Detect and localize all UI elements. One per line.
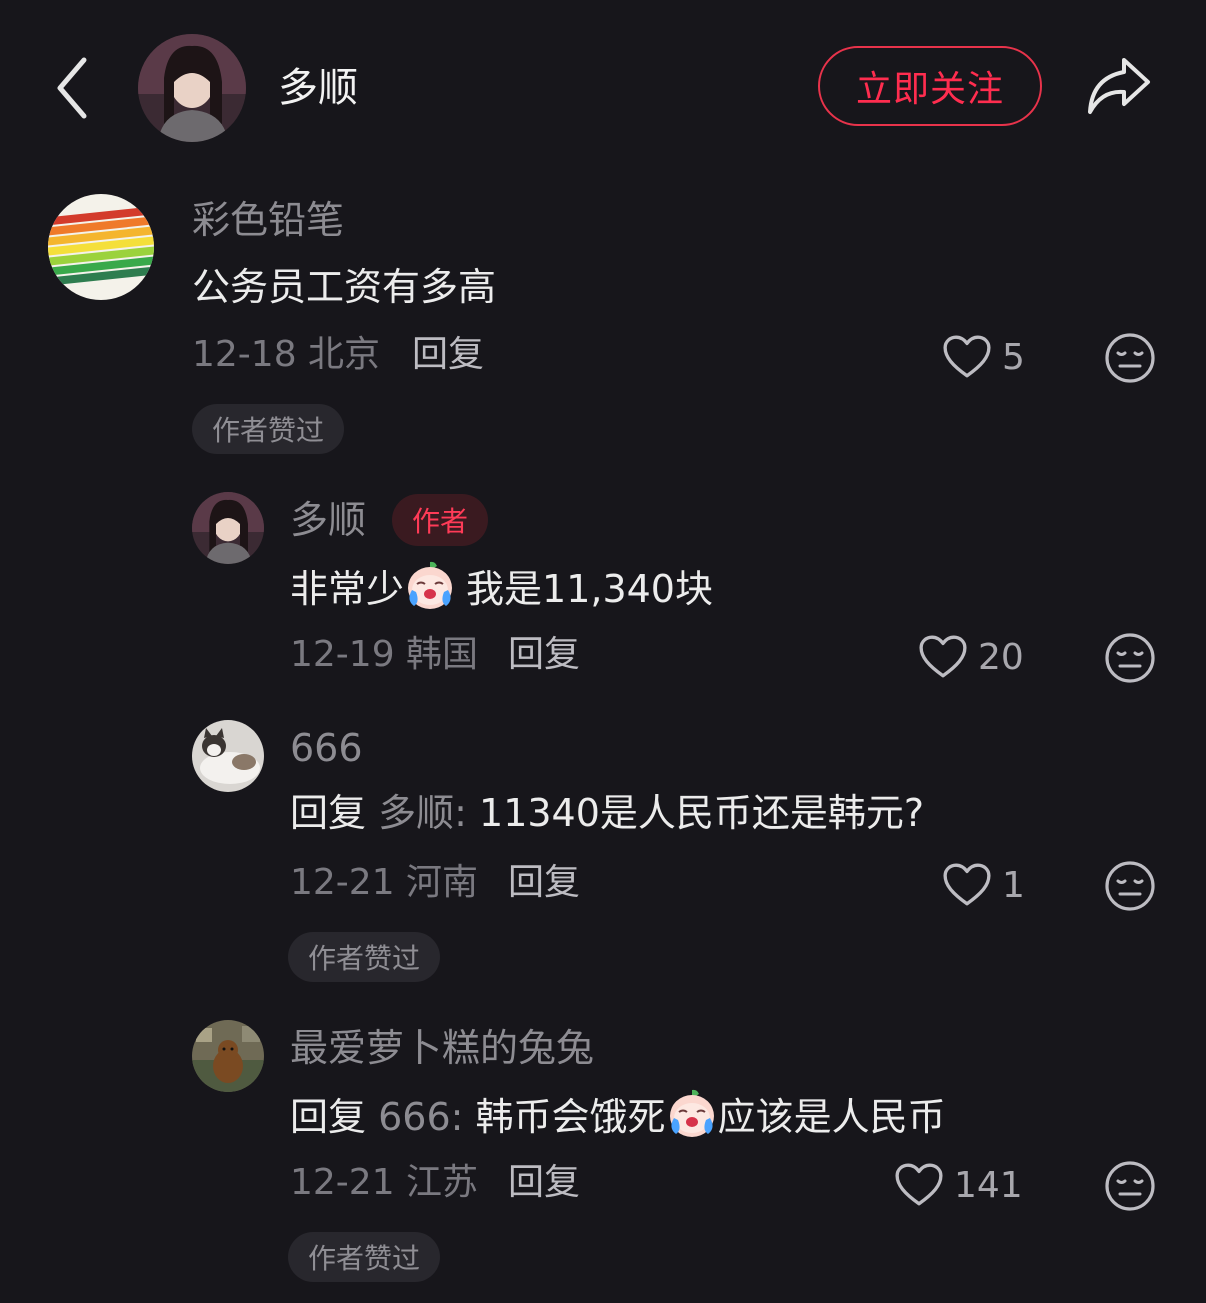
like-count: 20 bbox=[978, 636, 1024, 678]
author-name[interactable]: 多顺 bbox=[278, 62, 358, 114]
like-button[interactable]: 141 bbox=[894, 1162, 1023, 1208]
reply-button[interactable]: 回复 bbox=[508, 1160, 580, 1206]
like-count: 5 bbox=[1002, 336, 1025, 378]
author-liked-badge: 作者赞过 bbox=[192, 404, 345, 454]
like-button[interactable]: 5 bbox=[942, 334, 1025, 380]
comment-text: 非常少 我是11,340块 bbox=[290, 560, 713, 614]
heart-icon bbox=[918, 634, 968, 680]
heart-icon bbox=[894, 1162, 944, 1208]
commenter-avatar[interactable] bbox=[192, 492, 264, 564]
meh-face-icon bbox=[1104, 632, 1156, 684]
commenter-avatar[interactable] bbox=[48, 194, 154, 300]
like-button[interactable]: 20 bbox=[918, 634, 1024, 680]
share-button[interactable] bbox=[1084, 54, 1154, 118]
comment-date-location: 12-21 河南 bbox=[290, 862, 479, 903]
dislike-button[interactable] bbox=[1104, 860, 1156, 912]
commenter-name[interactable]: 彩色铅笔 bbox=[192, 196, 344, 244]
meh-face-icon bbox=[1104, 332, 1156, 384]
dislike-button[interactable] bbox=[1104, 632, 1156, 684]
meh-face-icon bbox=[1104, 1160, 1156, 1212]
comment-text: 公务员工资有多高 bbox=[192, 265, 497, 309]
crying-emoji-icon bbox=[404, 560, 456, 612]
heart-icon bbox=[942, 334, 992, 380]
author-liked-badge: 作者赞过 bbox=[288, 932, 441, 982]
comment-date-location: 12-19 韩国 bbox=[290, 634, 479, 675]
commenter-avatar[interactable] bbox=[192, 720, 264, 792]
comment-text: 回复 多顺: 11340是人民币还是韩元? bbox=[290, 791, 925, 835]
comment-text: 回复 666: 韩币会饿死 应该是人民币 bbox=[290, 1088, 946, 1142]
commenter-avatar[interactable] bbox=[192, 1020, 264, 1092]
like-button[interactable]: 1 bbox=[942, 862, 1025, 908]
follow-button[interactable]: 立即关注 bbox=[818, 46, 1042, 126]
chevron-left-icon bbox=[57, 57, 87, 119]
author-avatar[interactable] bbox=[138, 34, 246, 142]
reply-to-user[interactable]: 666: bbox=[378, 1095, 463, 1139]
reply-button[interactable]: 回复 bbox=[412, 332, 484, 378]
dislike-button[interactable] bbox=[1104, 1160, 1156, 1212]
author-liked-badge: 作者赞过 bbox=[288, 1232, 441, 1282]
share-icon bbox=[1088, 58, 1150, 114]
heart-icon bbox=[942, 862, 992, 908]
dislike-button[interactable] bbox=[1104, 332, 1156, 384]
reply-button[interactable]: 回复 bbox=[508, 860, 580, 906]
reply-button[interactable]: 回复 bbox=[508, 632, 580, 678]
comment-date-location: 12-21 江苏 bbox=[290, 1162, 479, 1203]
like-count: 141 bbox=[954, 1164, 1023, 1206]
meh-face-icon bbox=[1104, 860, 1156, 912]
commenter-name[interactable]: 多顺 bbox=[290, 496, 366, 544]
crying-emoji-icon bbox=[666, 1088, 718, 1140]
author-tag: 作者 bbox=[392, 494, 489, 546]
back-button[interactable] bbox=[48, 52, 96, 124]
like-count: 1 bbox=[1002, 864, 1025, 906]
commenter-name[interactable]: 666 bbox=[290, 724, 363, 772]
commenter-name[interactable]: 最爱萝卜糕的兔兔 bbox=[290, 1024, 594, 1072]
comment-date-location: 12-18 北京 bbox=[192, 334, 381, 375]
reply-to-user[interactable]: 多顺: bbox=[378, 791, 467, 835]
